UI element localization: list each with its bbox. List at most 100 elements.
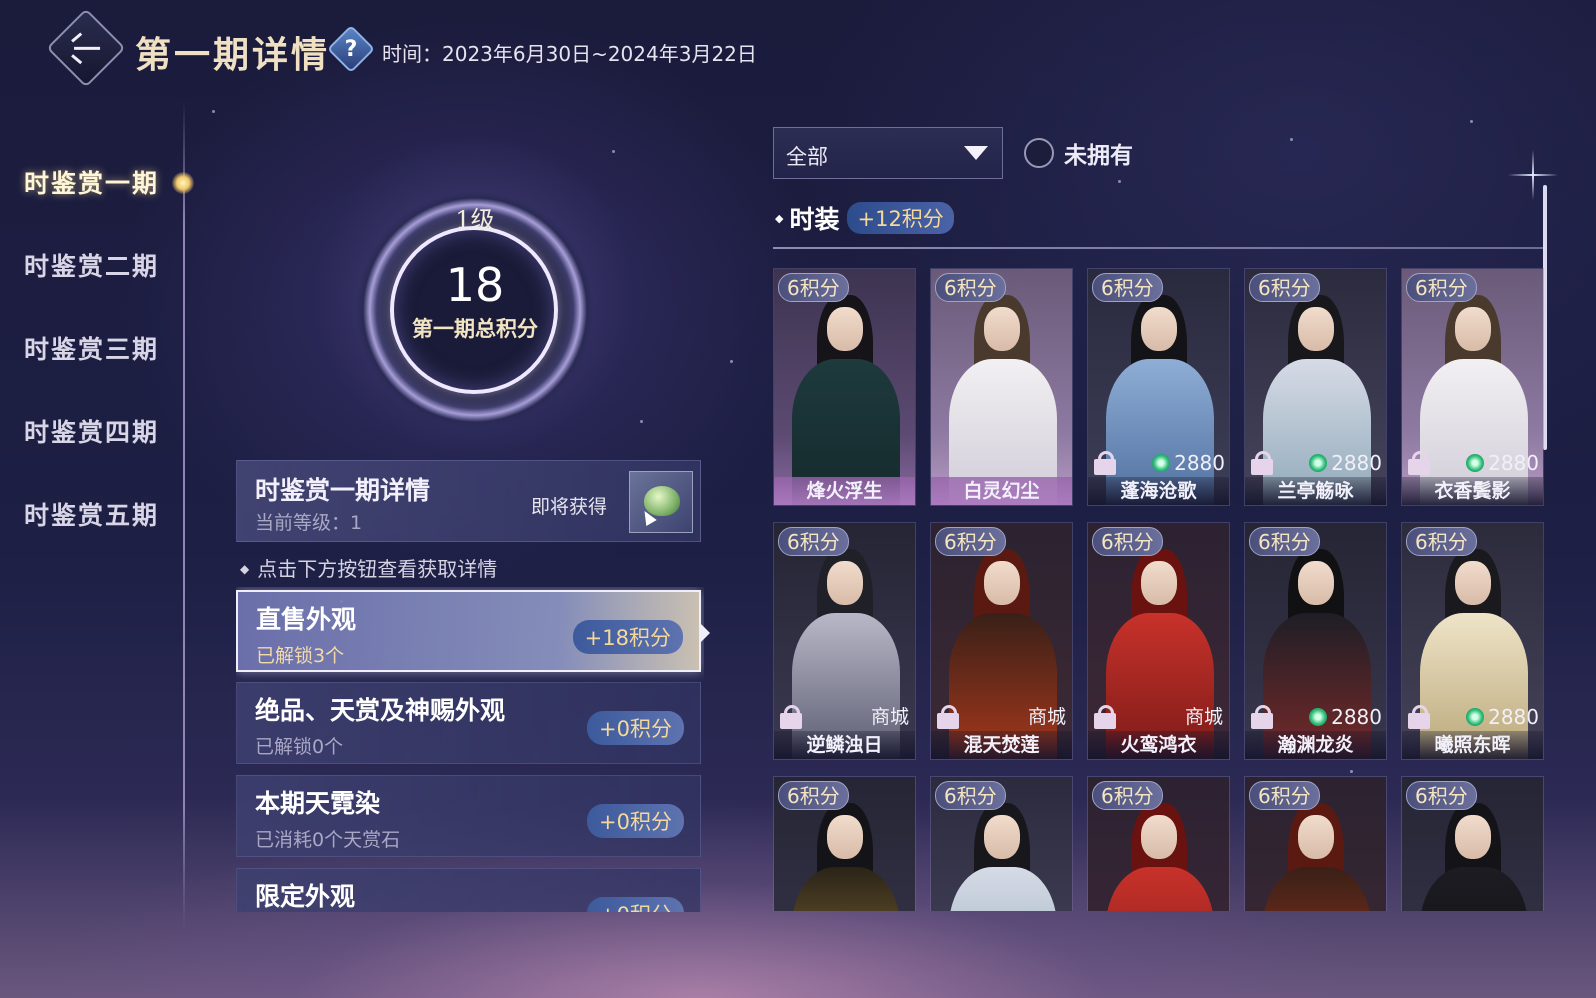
outfit-name: 曦照东晖 <box>1402 731 1543 759</box>
outfit-points-badge: 6积分 <box>935 273 1006 302</box>
outfit-card[interactable]: 6积分 2880 兰亭觞咏 <box>1244 268 1387 506</box>
outfit-points-badge: 6积分 <box>1249 273 1320 302</box>
lock-icon <box>1251 451 1273 475</box>
sidebar-item-period-2[interactable]: 时鉴赏二期 <box>24 247 159 283</box>
outfit-card[interactable]: 6积分白灵幻尘 <box>930 268 1073 506</box>
outfit-grid: 6积分 烽火浮生 6积分 白灵幻尘 6积分 2880 蓬海沧歌 6积分 2880 兰亭觞咏 6积分 2… <box>773 268 1545 911</box>
outfit-head <box>1455 815 1491 859</box>
sidebar-item-period-1[interactable]: 时鉴赏一期 <box>24 164 159 200</box>
outfit-head <box>984 561 1020 605</box>
outfit-head <box>1141 307 1177 351</box>
sidebar-item-period-5[interactable]: 时鉴赏五期 <box>24 496 159 532</box>
outfit-head <box>1455 307 1491 351</box>
lock-icon <box>780 705 802 729</box>
category-direct-sale[interactable]: 直售外观 已解锁3个 +18积分 <box>236 590 701 672</box>
sidebar-item-period-3[interactable]: 时鉴赏三期 <box>24 330 159 366</box>
sidebar-item-period-4[interactable]: 时鉴赏四期 <box>24 413 159 449</box>
outfit-points-badge: 6积分 <box>1249 781 1320 810</box>
selected-pointer-icon <box>701 624 710 642</box>
total-points-value: 18 <box>445 258 505 312</box>
outfit-body <box>1420 867 1528 911</box>
section-header: ◆ 时装 +12积分 <box>775 200 954 236</box>
outfit-name: 混天焚莲 <box>931 731 1072 759</box>
question-icon: ? <box>344 36 358 62</box>
category-points: +0积分 <box>587 711 684 745</box>
outfit-price-value: 2880 <box>1331 451 1382 475</box>
chevron-down-icon <box>964 146 988 160</box>
outfit-card[interactable]: 6积分 <box>1244 776 1387 911</box>
filter-dropdown[interactable]: 全部 <box>773 127 1003 179</box>
jade-currency-icon <box>1152 454 1171 472</box>
outfit-head <box>827 815 863 859</box>
outfit-price-value: 2880 <box>1488 451 1539 475</box>
lock-icon <box>937 705 959 729</box>
not-owned-toggle[interactable]: 未拥有 <box>1024 136 1133 170</box>
outfit-price: 2880 <box>1309 705 1382 729</box>
outfit-points-badge: 6积分 <box>1092 527 1163 556</box>
category-points: +0积分 <box>587 804 684 838</box>
reward-item-button[interactable] <box>629 471 693 533</box>
detail-title: 时鉴赏一期详情 <box>255 476 431 505</box>
section-divider <box>773 247 1543 249</box>
outfit-points-badge: 6积分 <box>935 527 1006 556</box>
category-list: 直售外观 已解锁3个 +18积分 绝品、天赏及神赐外观 已解锁0个 +0积分 本… <box>236 587 704 912</box>
outfit-head <box>827 561 863 605</box>
outfit-card[interactable]: 6积分 <box>930 776 1073 911</box>
category-sub: 已解锁3个 <box>256 645 345 667</box>
outfit-body <box>792 867 900 911</box>
level-label: 1级 <box>455 206 495 234</box>
outfit-head <box>1298 307 1334 351</box>
lock-icon <box>1094 705 1116 729</box>
back-button[interactable] <box>46 8 126 88</box>
outfit-name: 白灵幻尘 <box>931 477 1072 505</box>
category-limited[interactable]: 限定外观 +0积分 <box>236 868 701 912</box>
outfit-price-value: 2880 <box>1488 705 1539 729</box>
outfit-head <box>1455 561 1491 605</box>
outfit-card[interactable]: 6积分 烽火浮生 <box>773 268 916 506</box>
outfit-price-value: 2880 <box>1174 451 1225 475</box>
outfit-body <box>949 867 1057 911</box>
outfit-points-badge: 6积分 <box>1092 781 1163 810</box>
category-points: +0积分 <box>587 897 684 912</box>
outfit-card[interactable]: 6积分 2880 瀚渊龙炎 <box>1244 522 1387 760</box>
outfit-card[interactable]: 6积分 <box>773 776 916 911</box>
category-title: 限定外观 <box>255 882 356 911</box>
hint-text: 点击下方按钮查看获取详情 <box>240 553 497 582</box>
lock-icon <box>1251 705 1273 729</box>
outfit-card[interactable]: 6积分 商城 逆鳞浊日 <box>773 522 916 760</box>
category-title: 直售外观 <box>256 605 357 634</box>
help-button[interactable]: ? <box>326 24 376 74</box>
outfit-head <box>1298 815 1334 859</box>
not-owned-label: 未拥有 <box>1064 142 1133 169</box>
outfit-card[interactable]: 6积分 2880 蓬海沧歌 <box>1087 268 1230 506</box>
category-premium[interactable]: 绝品、天赏及神赐外观 已解锁0个 +0积分 <box>236 682 701 764</box>
outfit-art <box>774 269 915 505</box>
category-dye[interactable]: 本期天霓染 已消耗0个天赏石 +0积分 <box>236 775 701 857</box>
filter-selected-value: 全部 <box>786 145 828 169</box>
diamond-bullet-icon: ◆ <box>775 211 784 225</box>
outfit-points-badge: 6积分 <box>1249 527 1320 556</box>
outfit-points-badge: 6积分 <box>1092 273 1163 302</box>
outfit-name: 兰亭觞咏 <box>1245 477 1386 505</box>
outfit-card[interactable]: 6积分 商城 混天焚莲 <box>930 522 1073 760</box>
sparkle-icon <box>1508 150 1558 200</box>
lock-icon <box>1408 451 1430 475</box>
outfit-card[interactable]: 6积分 <box>1087 776 1230 911</box>
section-name: 时装 <box>789 205 840 234</box>
lock-icon <box>1094 451 1116 475</box>
section-points: +12积分 <box>847 202 954 234</box>
outfit-art <box>931 269 1072 505</box>
total-points-label: 第一期总积分 <box>412 316 538 341</box>
time-range: 时间：2023年6月30日~2024年3月22日 <box>382 42 757 66</box>
outfit-points-badge: 6积分 <box>778 273 849 302</box>
period-detail-card: 时鉴赏一期详情 当前等级：1 即将获得 <box>236 460 701 542</box>
outfit-card[interactable]: 6积分 2880 曦照东晖 <box>1401 522 1544 760</box>
outfit-card[interactable]: 6积分 <box>1401 776 1544 911</box>
outfit-card[interactable]: 6积分 商城 火鸾鸿衣 <box>1087 522 1230 760</box>
category-points: +18积分 <box>572 620 683 654</box>
outfit-name: 衣香鬓影 <box>1402 477 1543 505</box>
outfit-price: 2880 <box>1466 705 1539 729</box>
outfit-name: 逆鳞浊日 <box>774 731 915 759</box>
outfit-card[interactable]: 6积分 2880 衣香鬓影 <box>1401 268 1544 506</box>
outfit-source: 商城 <box>870 706 909 728</box>
